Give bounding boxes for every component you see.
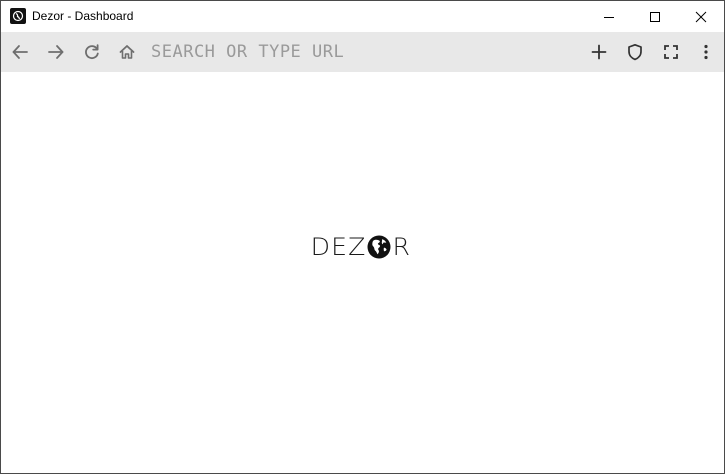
new-tab-button[interactable] <box>587 40 611 64</box>
menu-button[interactable] <box>694 40 718 64</box>
forward-button[interactable] <box>44 40 68 64</box>
close-icon <box>695 11 707 22</box>
arrow-right-icon <box>48 45 64 59</box>
close-button[interactable] <box>678 1 724 32</box>
logo-text-before: DEZ <box>310 233 367 261</box>
reload-button[interactable] <box>80 40 104 64</box>
plus-icon <box>591 44 607 60</box>
app-icon <box>10 8 26 24</box>
fullscreen-icon <box>664 45 678 59</box>
home-button[interactable] <box>115 40 139 64</box>
page-content: DEZ R <box>1 72 724 473</box>
minimize-button[interactable] <box>586 1 632 32</box>
browser-toolbar <box>1 32 724 72</box>
fullscreen-button[interactable] <box>659 40 683 64</box>
reload-icon <box>85 44 99 60</box>
back-button[interactable] <box>8 40 32 64</box>
dezor-logo: DEZ R <box>310 233 412 261</box>
arrow-left-icon <box>12 45 28 59</box>
browser-window: Dezor - Dashboard SEARCH OR TYPE URL DEZ… <box>0 0 725 474</box>
globe-icon <box>367 235 391 259</box>
logo-text-after: R <box>392 233 412 261</box>
kebab-menu-icon <box>704 44 708 60</box>
window-controls <box>586 1 724 32</box>
home-icon <box>119 45 135 59</box>
shield-icon <box>628 43 642 61</box>
maximize-icon <box>650 11 660 22</box>
maximize-button[interactable] <box>632 1 678 32</box>
shield-button[interactable] <box>623 40 647 64</box>
window-title: Dezor - Dashboard <box>32 9 134 23</box>
title-bar: Dezor - Dashboard <box>1 1 724 32</box>
minimize-icon <box>604 16 614 18</box>
url-input[interactable] <box>151 38 571 66</box>
